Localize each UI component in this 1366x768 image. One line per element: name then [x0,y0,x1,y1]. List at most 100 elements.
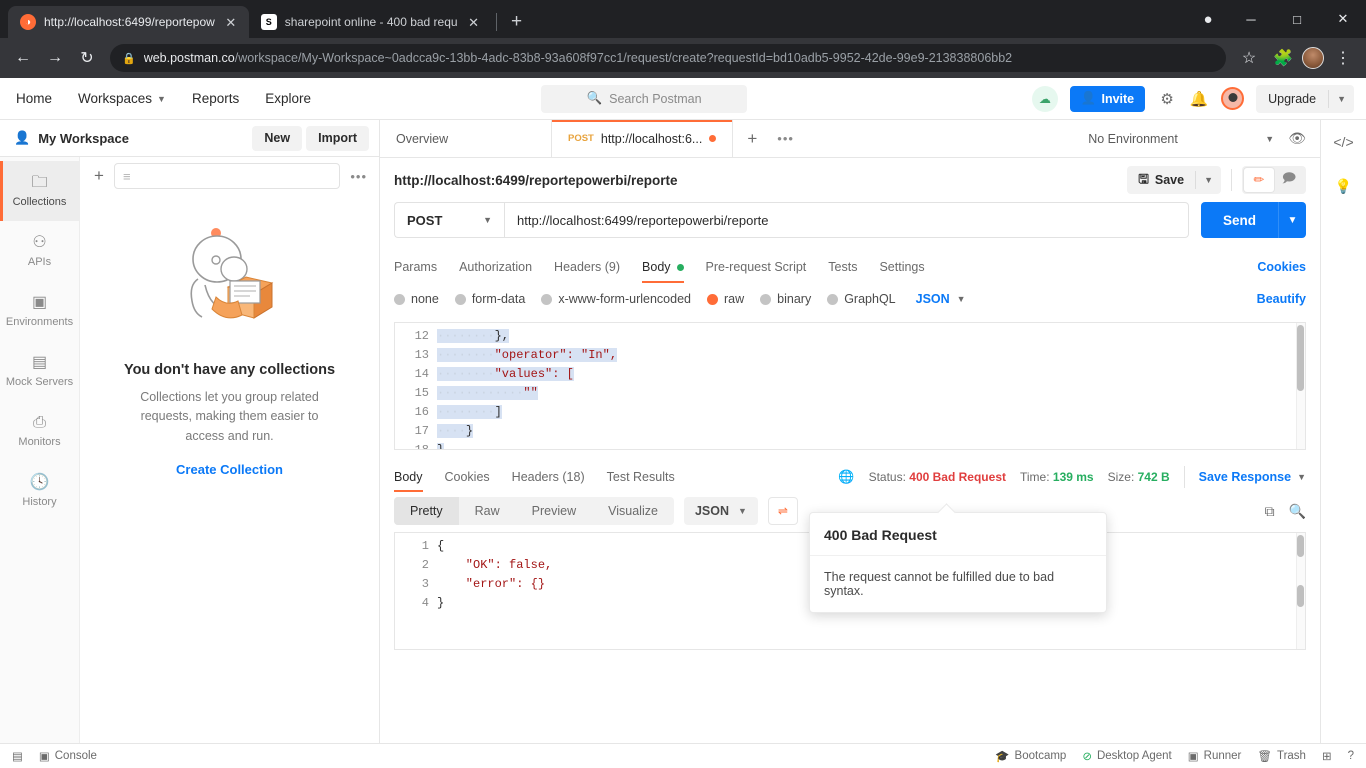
runner-button[interactable]: ▣ Runner [1188,749,1242,763]
bell-icon[interactable]: 🔔 [1189,90,1209,108]
sidebar-toggle-icon[interactable]: ▤ [12,749,23,763]
bulb-icon[interactable]: 💡 [1335,178,1352,195]
save-response-button[interactable]: Save Response ▼ [1199,470,1306,484]
tabs-more-icon[interactable]: ••• [771,120,800,157]
response-scrollbar-thumb[interactable] [1297,535,1304,557]
browser-tab-1[interactable]: ◑ http://localhost:6499/reportepow ✕ [8,6,249,38]
create-collection-link[interactable]: Create Collection [176,462,283,477]
response-scrollbar-thumb-2[interactable] [1297,585,1304,607]
request-body-editor[interactable]: 12 13 14 15 16 17 18 ········}, ········… [394,322,1306,450]
view-mode-visualize[interactable]: Visualize [592,497,674,525]
view-mode-pretty[interactable]: Pretty [394,497,459,525]
forward-icon[interactable]: → [40,43,70,73]
address-bar[interactable]: 🔒 web.postman.co/workspace/My-Workspace~… [110,44,1226,72]
send-button[interactable]: Send [1200,202,1278,238]
user-avatar[interactable] [1221,87,1245,110]
new-request-tab-button[interactable]: + [733,120,771,157]
body-type-raw[interactable]: raw [707,292,744,306]
body-type-binary[interactable]: binary [760,292,811,306]
body-type-form-data[interactable]: form-data [454,292,525,306]
search-icon[interactable]: 🔍 [1289,503,1306,520]
response-tab-headers[interactable]: Headers (18) [512,460,585,494]
maximize-button[interactable]: □ [1274,0,1320,38]
cookies-link[interactable]: Cookies [1257,260,1306,274]
save-dropdown-icon[interactable]: ▼ [1195,171,1221,189]
extra-icon[interactable]: ● [1188,0,1228,38]
tab-authorization[interactable]: Authorization [459,252,532,282]
tab-overview[interactable]: Overview [380,120,552,157]
response-tab-body[interactable]: Body [394,460,423,494]
body-type-graphql[interactable]: GraphQL [827,292,896,306]
nav-home[interactable]: Home [16,91,52,106]
bookmark-star-icon[interactable]: ☆ [1234,43,1264,73]
trash-button[interactable]: 🗑 Trash [1257,749,1306,763]
filter-input[interactable]: ≡ [113,163,341,189]
reload-icon[interactable]: ↻ [72,43,102,73]
avatar[interactable] [1302,47,1324,69]
body-format-select[interactable]: JSON ▼ [916,292,966,306]
import-button[interactable]: Import [306,125,369,151]
collections-more-icon[interactable]: ••• [350,169,367,184]
bootcamp-button[interactable]: 🎓 Bootcamp [995,749,1066,763]
sidebar-item-history[interactable]: 🕓 History [0,461,79,521]
close-icon[interactable]: ✕ [466,14,482,30]
environment-select[interactable]: No Environment ▼ [1088,132,1274,146]
response-tab-cookies[interactable]: Cookies [445,460,490,494]
view-mode-raw[interactable]: Raw [459,497,516,525]
tab-request-post[interactable]: POST http://localhost:6... [552,120,734,157]
extensions-icon[interactable]: 🧩 [1268,43,1298,73]
new-button[interactable]: New [252,125,303,151]
tab-settings[interactable]: Settings [879,252,924,282]
comment-icon[interactable]: 🗩 [1274,168,1304,192]
request-scrollbar-thumb[interactable] [1297,325,1304,391]
gear-icon[interactable]: ⚙ [1157,90,1177,108]
sidebar-item-apis[interactable]: ⚇ APIs [0,221,79,281]
send-dropdown-icon[interactable]: ▼ [1278,202,1306,238]
response-scrollbar-track[interactable] [1296,533,1305,649]
tab-headers[interactable]: Headers (9) [554,252,620,282]
request-url-input[interactable]: http://localhost:6499/reportepowerbi/rep… [504,202,1189,238]
search-input[interactable]: 🔍 Search Postman [541,84,748,113]
chevron-down-icon[interactable]: ▼ [1329,94,1354,104]
beautify-link[interactable]: Beautify [1257,292,1306,306]
request-scrollbar-track[interactable] [1296,323,1305,449]
body-type-none[interactable]: none [394,292,439,306]
response-tab-test-results[interactable]: Test Results [607,460,675,494]
response-format-select[interactable]: JSON ▼ [683,497,758,525]
back-icon[interactable]: ← [8,43,38,73]
tab-tests[interactable]: Tests [828,252,857,282]
view-mode-preview[interactable]: Preview [516,497,592,525]
sidebar-item-monitors[interactable]: ⎙ Monitors [0,401,79,461]
layout-icon[interactable]: ⊞ [1322,749,1332,763]
desktop-agent-button[interactable]: ⊘ Desktop Agent [1082,749,1171,763]
upgrade-button[interactable]: Upgrade ▼ [1256,84,1354,113]
copy-icon[interactable]: ⧉ [1265,503,1275,520]
nav-reports[interactable]: Reports [192,91,239,106]
nav-explore[interactable]: Explore [265,91,311,106]
invite-button[interactable]: 👤 Invite [1069,85,1146,112]
browser-tab-2[interactable]: S sharepoint online - 400 bad requ ✕ [249,6,492,38]
nav-workspaces[interactable]: Workspaces ▼ [78,91,166,106]
console-button[interactable]: ▣ Console [39,749,97,763]
close-icon[interactable]: ✕ [223,14,239,30]
tab-pre-request-script[interactable]: Pre-request Script [706,252,807,282]
method-select[interactable]: POST ▼ [394,202,504,238]
body-type-urlencoded[interactable]: x-www-form-urlencoded [541,292,691,306]
cloud-sync-icon[interactable]: ☁ [1031,85,1058,112]
edit-icon[interactable]: ✏ [1244,168,1274,192]
tab-params[interactable]: Params [394,252,437,282]
browser-menu-icon[interactable]: ⋮ [1328,43,1358,73]
code-icon[interactable]: </> [1333,134,1353,150]
help-icon[interactable]: ? [1348,750,1354,762]
save-button[interactable]: 🖫 Save [1127,170,1195,191]
status-badge[interactable]: Status: 400 Bad Request [869,470,1006,484]
sidebar-item-environments[interactable]: ▣ Environments [0,281,79,341]
eye-icon[interactable]: 👁 [1288,130,1306,147]
wrap-lines-icon[interactable]: ⇌ [767,497,798,525]
new-tab-button[interactable]: + [503,8,531,36]
close-button[interactable]: ✕ [1320,0,1366,38]
tab-body[interactable]: Body [642,252,684,283]
sidebar-item-mock-servers[interactable]: ▤ Mock Servers [0,341,79,401]
sidebar-item-collections[interactable]: 🗀 Collections [0,161,79,221]
add-collection-button[interactable]: + [94,166,104,186]
